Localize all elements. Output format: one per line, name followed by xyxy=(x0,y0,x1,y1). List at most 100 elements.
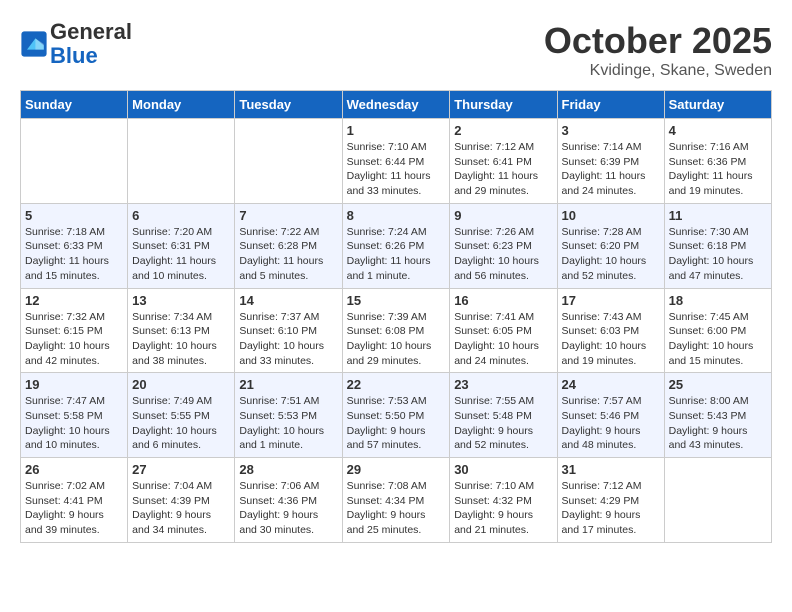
day-number: 15 xyxy=(347,293,446,308)
day-number: 29 xyxy=(347,462,446,477)
logo-icon xyxy=(20,30,48,58)
calendar-week-row: 26 Sunrise: 7:02 AM Sunset: 4:41 PM Dayli… xyxy=(21,458,772,543)
day-info: Sunrise: 7:45 AM Sunset: 6:00 PM Dayligh… xyxy=(669,310,767,369)
calendar-cell: 3Sunrise: 7:14 AM Sunset: 6:39 PM Daylig… xyxy=(557,119,664,204)
calendar-cell: 8Sunrise: 7:24 AM Sunset: 6:26 PM Daylig… xyxy=(342,203,450,288)
month-title: October 2025 xyxy=(544,20,772,62)
day-number: 6 xyxy=(132,208,230,223)
day-number: 11 xyxy=(669,208,767,223)
calendar-cell: 6 Sunrise: 7:20 AM Sunset: 6:31 PM Daylig… xyxy=(128,203,235,288)
day-info: Sunrise: 7:49 AM Sunset: 5:55 PM Dayligh… xyxy=(132,394,230,453)
day-info: Sunrise: 7:41 AM Sunset: 6:05 PM Dayligh… xyxy=(454,310,552,369)
day-info: Sunrise: 7:43 AM Sunset: 6:03 PM Dayligh… xyxy=(562,310,660,369)
calendar-cell: 20 Sunrise: 7:49 AM Sunset: 5:55 PM Dayli… xyxy=(128,373,235,458)
day-number: 23 xyxy=(454,377,552,392)
calendar-cell: 22 Sunrise: 7:53 AM Sunset: 5:50 PM Dayli… xyxy=(342,373,450,458)
day-number: 16 xyxy=(454,293,552,308)
calendar-cell: 1Sunrise: 7:10 AM Sunset: 6:44 PM Daylig… xyxy=(342,119,450,204)
day-number: 14 xyxy=(239,293,337,308)
calendar-cell: 27 Sunrise: 7:04 AM Sunset: 4:39 PM Dayli… xyxy=(128,458,235,543)
day-number: 20 xyxy=(132,377,230,392)
day-number: 13 xyxy=(132,293,230,308)
day-info: Sunrise: 7:06 AM Sunset: 4:36 PM Dayligh… xyxy=(239,479,337,538)
day-info: Sunrise: 7:53 AM Sunset: 5:50 PM Dayligh… xyxy=(347,394,446,453)
day-number: 17 xyxy=(562,293,660,308)
calendar-cell: 31Sunrise: 7:12 AM Sunset: 4:29 PM Dayli… xyxy=(557,458,664,543)
calendar-cell: 17 Sunrise: 7:43 AM Sunset: 6:03 PM Dayli… xyxy=(557,288,664,373)
day-info: Sunrise: 7:34 AM Sunset: 6:13 PM Dayligh… xyxy=(132,310,230,369)
calendar-table: SundayMondayTuesdayWednesdayThursdayFrid… xyxy=(20,90,772,543)
weekday-header: Monday xyxy=(128,91,235,119)
calendar-week-row: 12 Sunrise: 7:32 AM Sunset: 6:15 PM Dayli… xyxy=(21,288,772,373)
calendar-cell: 29 Sunrise: 7:08 AM Sunset: 4:34 PM Dayli… xyxy=(342,458,450,543)
calendar-cell: 26 Sunrise: 7:02 AM Sunset: 4:41 PM Dayli… xyxy=(21,458,128,543)
day-number: 3 xyxy=(562,123,660,138)
calendar-cell: 28Sunrise: 7:06 AM Sunset: 4:36 PM Dayli… xyxy=(235,458,342,543)
calendar-cell: 5 Sunrise: 7:18 AM Sunset: 6:33 PM Daylig… xyxy=(21,203,128,288)
day-info: Sunrise: 7:26 AM Sunset: 6:23 PM Dayligh… xyxy=(454,225,552,284)
weekday-header: Thursday xyxy=(450,91,557,119)
day-info: Sunrise: 7:57 AM Sunset: 5:46 PM Dayligh… xyxy=(562,394,660,453)
calendar-cell: 11Sunrise: 7:30 AM Sunset: 6:18 PM Dayli… xyxy=(664,203,771,288)
calendar-cell: 2Sunrise: 7:12 AM Sunset: 6:41 PM Daylig… xyxy=(450,119,557,204)
calendar-cell: 13 Sunrise: 7:34 AM Sunset: 6:13 PM Dayli… xyxy=(128,288,235,373)
calendar-cell: 24 Sunrise: 7:57 AM Sunset: 5:46 PM Dayli… xyxy=(557,373,664,458)
calendar-cell: 7Sunrise: 7:22 AM Sunset: 6:28 PM Daylig… xyxy=(235,203,342,288)
calendar-cell xyxy=(235,119,342,204)
logo: General Blue xyxy=(20,20,132,68)
calendar-cell: 15 Sunrise: 7:39 AM Sunset: 6:08 PM Dayli… xyxy=(342,288,450,373)
weekday-header: Tuesday xyxy=(235,91,342,119)
day-number: 22 xyxy=(347,377,446,392)
weekday-header: Friday xyxy=(557,91,664,119)
day-number: 12 xyxy=(25,293,123,308)
day-info: Sunrise: 7:18 AM Sunset: 6:33 PM Dayligh… xyxy=(25,225,123,284)
header: General Blue October 2025 Kvidinge, Skan… xyxy=(20,20,772,80)
day-info: Sunrise: 7:10 AM Sunset: 4:32 PM Dayligh… xyxy=(454,479,552,538)
calendar-cell xyxy=(664,458,771,543)
day-number: 7 xyxy=(239,208,337,223)
day-info: Sunrise: 7:32 AM Sunset: 6:15 PM Dayligh… xyxy=(25,310,123,369)
day-number: 18 xyxy=(669,293,767,308)
day-info: Sunrise: 7:28 AM Sunset: 6:20 PM Dayligh… xyxy=(562,225,660,284)
day-number: 1 xyxy=(347,123,446,138)
day-number: 8 xyxy=(347,208,446,223)
day-number: 27 xyxy=(132,462,230,477)
day-number: 19 xyxy=(25,377,123,392)
calendar-cell: 12 Sunrise: 7:32 AM Sunset: 6:15 PM Dayli… xyxy=(21,288,128,373)
calendar-cell: 30 Sunrise: 7:10 AM Sunset: 4:32 PM Dayli… xyxy=(450,458,557,543)
weekday-header: Wednesday xyxy=(342,91,450,119)
calendar-cell: 10Sunrise: 7:28 AM Sunset: 6:20 PM Dayli… xyxy=(557,203,664,288)
day-number: 31 xyxy=(562,462,660,477)
calendar-week-row: 1Sunrise: 7:10 AM Sunset: 6:44 PM Daylig… xyxy=(21,119,772,204)
day-info: Sunrise: 8:00 AM Sunset: 5:43 PM Dayligh… xyxy=(669,394,767,453)
day-info: Sunrise: 7:02 AM Sunset: 4:41 PM Dayligh… xyxy=(25,479,123,538)
day-info: Sunrise: 7:47 AM Sunset: 5:58 PM Dayligh… xyxy=(25,394,123,453)
day-number: 30 xyxy=(454,462,552,477)
calendar-cell: 9Sunrise: 7:26 AM Sunset: 6:23 PM Daylig… xyxy=(450,203,557,288)
day-number: 26 xyxy=(25,462,123,477)
title-area: October 2025 Kvidinge, Skane, Sweden xyxy=(544,20,772,80)
day-info: Sunrise: 7:04 AM Sunset: 4:39 PM Dayligh… xyxy=(132,479,230,538)
day-info: Sunrise: 7:16 AM Sunset: 6:36 PM Dayligh… xyxy=(669,140,767,199)
day-info: Sunrise: 7:51 AM Sunset: 5:53 PM Dayligh… xyxy=(239,394,337,453)
weekday-header: Saturday xyxy=(664,91,771,119)
weekday-header-row: SundayMondayTuesdayWednesdayThursdayFrid… xyxy=(21,91,772,119)
logo-general: General xyxy=(50,19,132,44)
day-number: 24 xyxy=(562,377,660,392)
calendar-cell: 19 Sunrise: 7:47 AM Sunset: 5:58 PM Dayli… xyxy=(21,373,128,458)
day-number: 21 xyxy=(239,377,337,392)
calendar-cell: 18 Sunrise: 7:45 AM Sunset: 6:00 PM Dayli… xyxy=(664,288,771,373)
day-info: Sunrise: 7:39 AM Sunset: 6:08 PM Dayligh… xyxy=(347,310,446,369)
calendar-cell: 21 Sunrise: 7:51 AM Sunset: 5:53 PM Dayli… xyxy=(235,373,342,458)
day-info: Sunrise: 7:37 AM Sunset: 6:10 PM Dayligh… xyxy=(239,310,337,369)
day-info: Sunrise: 7:08 AM Sunset: 4:34 PM Dayligh… xyxy=(347,479,446,538)
weekday-header: Sunday xyxy=(21,91,128,119)
calendar-week-row: 19 Sunrise: 7:47 AM Sunset: 5:58 PM Dayli… xyxy=(21,373,772,458)
day-number: 2 xyxy=(454,123,552,138)
calendar-cell: 14 Sunrise: 7:37 AM Sunset: 6:10 PM Dayli… xyxy=(235,288,342,373)
day-number: 4 xyxy=(669,123,767,138)
day-number: 5 xyxy=(25,208,123,223)
day-info: Sunrise: 7:20 AM Sunset: 6:31 PM Dayligh… xyxy=(132,225,230,284)
calendar-cell: 16 Sunrise: 7:41 AM Sunset: 6:05 PM Dayli… xyxy=(450,288,557,373)
location: Kvidinge, Skane, Sweden xyxy=(544,62,772,80)
